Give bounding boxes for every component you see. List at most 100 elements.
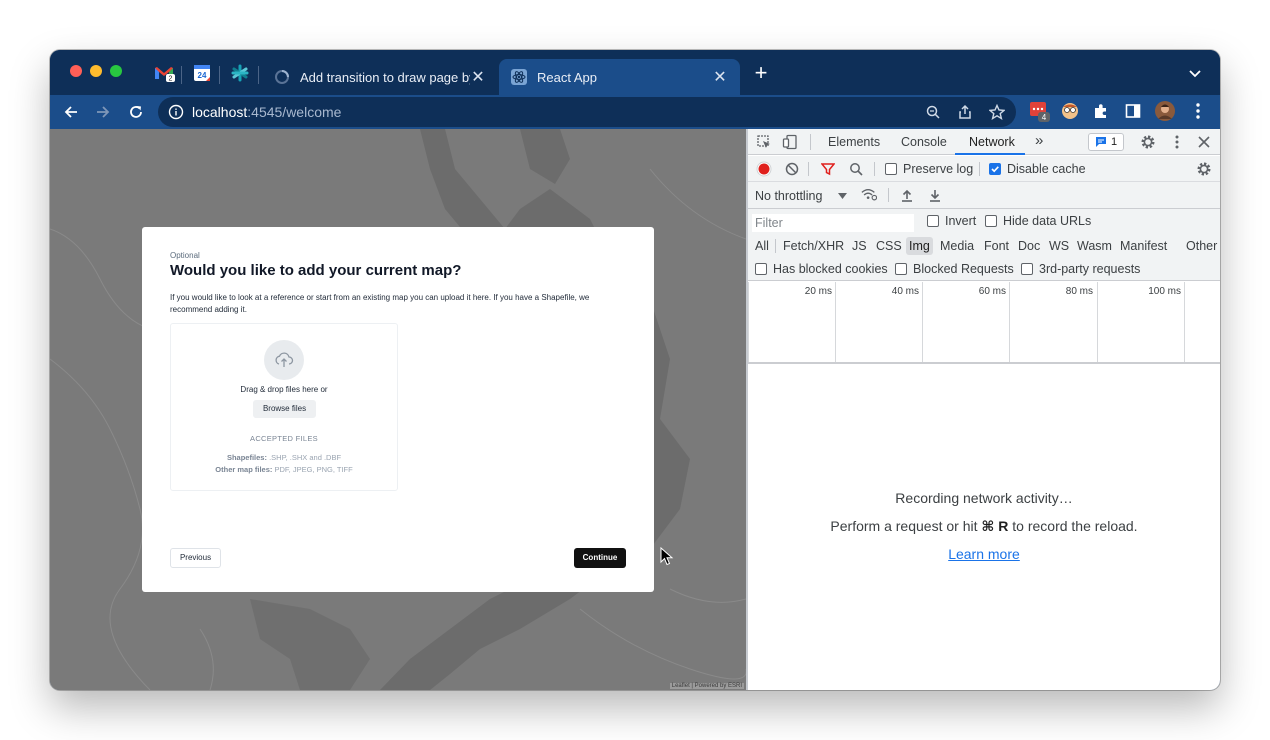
side-panel-icon[interactable]	[1122, 100, 1144, 122]
extension-todo-icon[interactable]: 4	[1028, 100, 1050, 122]
pinned-tab-gmail[interactable]: 2	[152, 61, 176, 85]
inspect-element-icon[interactable]	[756, 134, 772, 150]
message-icon	[1095, 137, 1106, 147]
type-filter-js[interactable]: JS	[849, 237, 870, 255]
checkmark-icon	[991, 166, 999, 173]
forward-button[interactable]	[91, 100, 115, 124]
type-filter-img[interactable]: Img	[906, 237, 933, 255]
extensions-puzzle-icon[interactable]	[1090, 100, 1112, 122]
type-filter-wasm[interactable]: Wasm	[1074, 237, 1115, 255]
tab-strip: 2 24 Add transition to draw page by ✕ Re…	[50, 50, 1220, 95]
disable-cache-checkbox[interactable]	[989, 163, 1001, 175]
issues-badge[interactable]: 1	[1088, 133, 1124, 151]
devtools-separator	[810, 134, 811, 150]
other-files-value: PDF, JPEG, PNG, TIFF	[274, 465, 353, 474]
browse-files-button[interactable]: Browse files	[253, 400, 316, 418]
map-attribution[interactable]: Leaflet | Powered by ESRI	[669, 683, 744, 689]
maximize-window-button[interactable]	[110, 65, 122, 77]
record-icon[interactable]	[756, 161, 772, 177]
device-toolbar-icon[interactable]	[782, 134, 798, 150]
type-filter-font[interactable]: Font	[981, 237, 1012, 255]
active-tab-indicator	[955, 153, 1025, 155]
controls-separator	[979, 162, 980, 176]
tab-draw-page[interactable]: Add transition to draw page by ✕	[262, 59, 498, 95]
has-blocked-cookies-checkbox[interactable]	[755, 263, 767, 275]
other-files-label: Other map files:	[215, 465, 273, 474]
hide-data-urls-label: Hide data URLs	[1003, 214, 1092, 228]
address-bar[interactable]: localhost:4545/welcome	[158, 97, 1016, 127]
pinned-tab-app[interactable]	[228, 61, 252, 85]
dropdown-triangle-icon[interactable]	[838, 193, 847, 199]
type-filter-css[interactable]: CSS	[873, 237, 905, 255]
pinned-tab-calendar[interactable]: 24	[190, 61, 214, 85]
import-har-icon[interactable]	[899, 187, 915, 203]
zoom-icon[interactable]	[924, 103, 942, 121]
file-dropzone[interactable]: Drag & drop files here or Browse files A…	[170, 323, 398, 491]
close-devtools-icon[interactable]	[1196, 134, 1212, 150]
learn-more-link[interactable]: Learn more	[748, 546, 1220, 562]
accepted-files-heading: ACCEPTED FILES	[250, 434, 318, 443]
timeline-gridline	[1097, 282, 1098, 362]
tab-title: Add transition to draw page by	[300, 69, 470, 85]
timeline-tick-label: 60 ms	[978, 286, 1006, 297]
blocked-requests-checkbox[interactable]	[895, 263, 907, 275]
devtools-tab-console[interactable]: Console	[901, 135, 947, 149]
hide-data-urls-checkbox[interactable]	[985, 215, 997, 227]
shapefiles-line: Shapefiles: .SHP, .SHX and .DBF	[171, 453, 397, 462]
close-window-button[interactable]	[70, 65, 82, 77]
bookmark-star-icon[interactable]	[988, 103, 1006, 121]
devtools-menu-icon[interactable]	[1169, 134, 1185, 150]
network-conditions-icon[interactable]	[861, 187, 877, 203]
close-tab-icon[interactable]: ✕	[470, 67, 486, 87]
devtools-tab-network[interactable]: Network	[969, 135, 1015, 149]
type-filter-other[interactable]: Other	[1183, 237, 1220, 255]
third-party-checkbox[interactable]	[1021, 263, 1033, 275]
type-filter-ws[interactable]: WS	[1046, 237, 1072, 255]
minimize-window-button[interactable]	[90, 65, 102, 77]
timeline-gridline	[748, 282, 749, 362]
type-filter-media[interactable]: Media	[937, 237, 977, 255]
share-icon[interactable]	[956, 103, 974, 121]
filter-input[interactable]: Filter	[752, 214, 914, 232]
optional-label: Optional	[170, 251, 200, 260]
profile-avatar[interactable]	[1154, 100, 1176, 122]
reload-button[interactable]	[124, 100, 148, 124]
previous-button[interactable]: Previous	[170, 548, 221, 568]
browser-menu-icon[interactable]	[1187, 100, 1209, 122]
back-button[interactable]	[59, 100, 83, 124]
preserve-log-checkbox[interactable]	[885, 163, 897, 175]
new-tab-button[interactable]: +	[750, 62, 772, 85]
modal-description: If you would like to look at a reference…	[170, 293, 590, 314]
network-settings-icon[interactable]	[1196, 161, 1212, 177]
calendar-date: 24	[198, 71, 207, 80]
throttling-select[interactable]: No throttling	[755, 189, 822, 203]
upload-map-modal: Optional Would you like to add your curr…	[142, 227, 654, 592]
type-filter-doc[interactable]: Doc	[1015, 237, 1043, 255]
info-icon[interactable]	[168, 104, 184, 120]
clear-icon[interactable]	[784, 161, 800, 177]
browser-window: 2 24 Add transition to draw page by ✕ Re…	[50, 50, 1220, 690]
page-viewport: Optional Would you like to add your curr…	[50, 129, 746, 690]
type-filter-manifest[interactable]: Manifest	[1117, 237, 1170, 255]
search-icon[interactable]	[848, 161, 864, 177]
empty-state-title: Recording network activity…	[895, 490, 1073, 506]
type-filter-fetch-xhr[interactable]: Fetch/XHR	[780, 237, 847, 255]
url-text: localhost:4545/welcome	[192, 104, 341, 120]
more-tabs-button[interactable]: »	[1035, 132, 1043, 149]
invert-checkbox[interactable]	[927, 215, 939, 227]
chevron-down-icon[interactable]	[1188, 66, 1202, 80]
extension-face-icon[interactable]	[1059, 100, 1081, 122]
controls-separator	[874, 162, 875, 176]
export-har-icon[interactable]	[927, 187, 943, 203]
close-tab-icon[interactable]: ✕	[712, 67, 728, 87]
calendar-icon: 24	[194, 65, 210, 81]
devtools-tab-elements[interactable]: Elements	[828, 135, 880, 149]
drag-drop-text: Drag & drop files here or	[240, 385, 328, 394]
filter-funnel-icon[interactable]	[820, 161, 836, 177]
gmail-badge: 2	[169, 76, 173, 83]
settings-gear-icon[interactable]	[1140, 134, 1156, 150]
network-timeline-overview[interactable]: 20 ms 40 ms 60 ms 80 ms 100 ms	[748, 282, 1220, 364]
tab-react-app[interactable]: React App ✕	[499, 59, 740, 95]
continue-button[interactable]: Continue	[574, 548, 626, 568]
type-filter-all[interactable]: All	[752, 237, 772, 255]
